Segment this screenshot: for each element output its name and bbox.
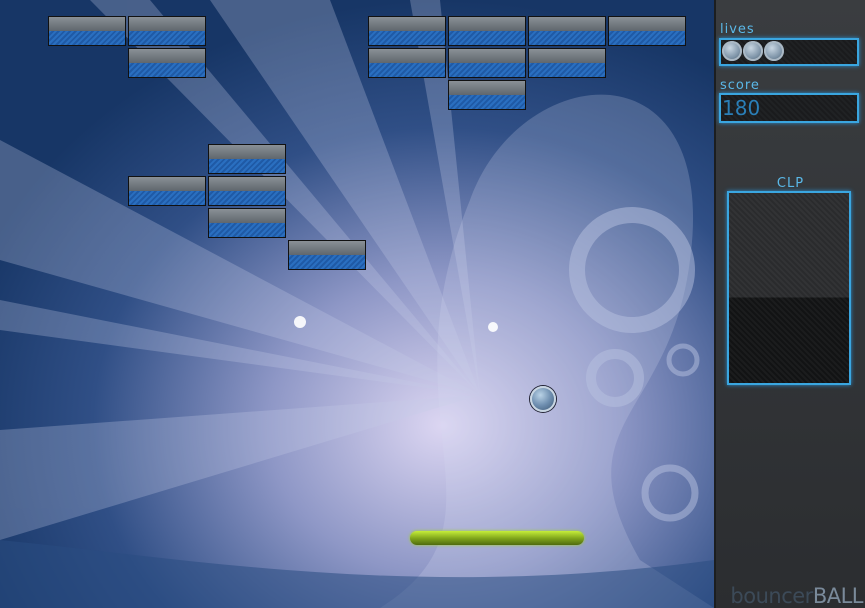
clp-label: CLP [776, 176, 805, 191]
logo-text-part2: BALL [812, 584, 864, 608]
brick [208, 208, 286, 238]
lives-label: lives [720, 22, 755, 37]
brick [128, 16, 206, 46]
ball [530, 386, 556, 412]
brick [128, 48, 206, 78]
background-art [0, 0, 714, 608]
clp-panel [727, 191, 851, 385]
brick [528, 16, 606, 46]
score-label: score [720, 78, 760, 93]
brick [208, 144, 286, 174]
game-logo: bouncerBALL [730, 584, 863, 608]
logo-text-part1: bouncer [730, 584, 813, 608]
brick [208, 176, 286, 206]
side-panel: lives score 180 CLP bouncerBALL [716, 0, 865, 608]
life-ball-icon [722, 41, 742, 61]
playfield[interactable] [0, 0, 716, 608]
brick [48, 16, 126, 46]
lives-balls [721, 40, 857, 65]
brick [448, 16, 526, 46]
life-ball-icon [743, 41, 763, 61]
paddle[interactable] [410, 531, 584, 545]
brick [128, 176, 206, 206]
score-value: 180 [722, 96, 761, 120]
lives-display [719, 38, 859, 66]
brick [528, 48, 606, 78]
brick [368, 48, 446, 78]
brick [288, 240, 366, 270]
brick [608, 16, 686, 46]
brick [448, 48, 526, 78]
brick [448, 80, 526, 110]
life-ball-icon [764, 41, 784, 61]
brick [368, 16, 446, 46]
score-display: 180 [719, 93, 859, 123]
